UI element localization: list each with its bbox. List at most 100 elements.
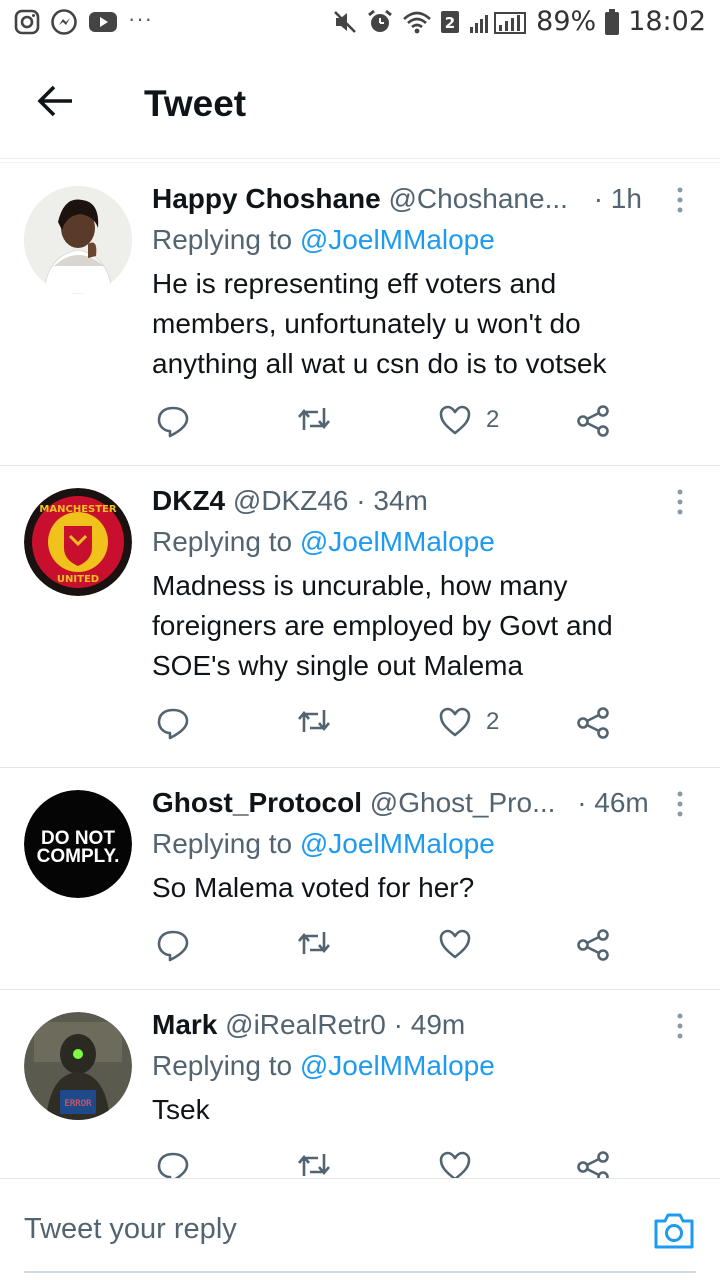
alarm-icon <box>368 9 393 32</box>
timestamp: · 1h <box>593 183 642 214</box>
display-name[interactable]: Happy Choshane <box>152 183 381 214</box>
replying-to: Replying to @JoelMMalope <box>152 224 495 256</box>
timestamp: · 49m <box>393 1009 466 1040</box>
replying-to: Replying to @JoelMMalope <box>152 1050 495 1082</box>
camera-icon <box>654 1213 694 1249</box>
timestamp: · 46m <box>577 787 649 818</box>
tweet-header: Happy Choshane @Choshane... · 1h <box>152 182 650 216</box>
replying-label: Replying to <box>152 1050 300 1081</box>
mute-icon <box>334 10 357 33</box>
share-button[interactable] <box>576 404 610 438</box>
reply-icon <box>157 708 189 740</box>
handle[interactable]: @Choshane... <box>388 183 567 214</box>
retweet-icon <box>298 1154 330 1176</box>
status-bar: ··· 2 89% 18:02 <box>0 0 720 50</box>
share-icon <box>577 707 609 739</box>
like-button[interactable]: 2 <box>438 706 499 738</box>
tweet-header: DKZ4 @DKZ46 · 34m <box>152 484 650 518</box>
tweet[interactable]: ERROR Mark @iRealRetr0 · 49m Replying to… <box>0 990 720 1184</box>
tweet-actions: 2 <box>152 706 652 746</box>
replying-label: Replying to <box>152 526 300 557</box>
more-options-button[interactable] <box>668 486 692 518</box>
share-button[interactable] <box>576 706 610 740</box>
more-options-button[interactable] <box>668 788 692 820</box>
share-button[interactable] <box>576 928 610 962</box>
retweet-button[interactable] <box>296 706 332 736</box>
mention-link[interactable]: @JoelMMalope <box>300 526 495 557</box>
like-button[interactable] <box>438 928 486 960</box>
handle[interactable]: @Ghost_Pro... <box>370 787 556 818</box>
display-name[interactable]: DKZ4 <box>152 485 225 516</box>
avatar[interactable]: ERROR <box>24 1012 132 1120</box>
retweet-button[interactable] <box>296 1150 332 1180</box>
vertical-dots-icon <box>677 791 683 817</box>
signal-icon <box>470 11 527 34</box>
reply-button[interactable] <box>156 404 190 438</box>
handle[interactable]: @DKZ46 <box>233 485 349 516</box>
header-divider <box>0 158 720 159</box>
handle[interactable]: @iRealRetr0 <box>225 1009 386 1040</box>
avatar-text-line2: COMPLY. <box>37 846 120 867</box>
tweet[interactable]: DO NOT COMPLY. Ghost_Protocol @Ghost_Pro… <box>0 768 720 990</box>
clock: 18:02 <box>628 6 706 37</box>
tweet[interactable]: Happy Choshane @Choshane... · 1h Replyin… <box>0 164 720 466</box>
reply-composer <box>0 1178 720 1281</box>
youtube-icon <box>89 12 117 32</box>
heart-icon <box>439 929 471 959</box>
replying-label: Replying to <box>152 828 300 859</box>
more-notifications-indicator: ··· <box>128 6 153 31</box>
reply-button[interactable] <box>156 928 190 962</box>
mention-link[interactable]: @JoelMMalope <box>300 828 495 859</box>
reply-button[interactable] <box>156 706 190 740</box>
composer-underline <box>24 1271 696 1273</box>
reply-icon <box>157 930 189 962</box>
avatar[interactable] <box>24 186 132 294</box>
replying-to: Replying to @JoelMMalope <box>152 526 495 558</box>
tweet-text: He is representing eff voters and member… <box>152 268 607 379</box>
avatar[interactable]: DO NOT COMPLY. <box>24 790 132 898</box>
mention-link[interactable]: @JoelMMalope <box>300 224 495 255</box>
camera-button[interactable] <box>652 1211 696 1251</box>
retweet-icon <box>298 710 330 732</box>
battery-percent: 89% <box>536 6 597 37</box>
timestamp: · 34m <box>356 485 428 516</box>
like-button[interactable]: 2 <box>438 404 499 436</box>
tweet-header: Mark @iRealRetr0 · 49m <box>152 1008 650 1042</box>
avatar-text-top: MANCHESTER <box>39 504 116 515</box>
back-button[interactable] <box>32 77 80 125</box>
tweet-text: Tsek <box>152 1094 210 1125</box>
vertical-dots-icon <box>677 1013 683 1039</box>
avatar-text-bottom: UNITED <box>57 574 99 585</box>
more-options-button[interactable] <box>668 184 692 216</box>
header-divider <box>0 162 720 163</box>
retweet-icon <box>298 408 330 430</box>
tweet-actions: 2 <box>152 404 652 444</box>
display-name[interactable]: Ghost_Protocol <box>152 787 362 818</box>
retweet-button[interactable] <box>296 404 332 434</box>
heart-icon <box>439 707 471 737</box>
reply-icon <box>157 406 189 438</box>
vertical-dots-icon <box>677 489 683 515</box>
replying-to: Replying to @JoelMMalope <box>152 828 495 860</box>
tweet-text: Madness is uncurable, how many foreigner… <box>152 570 613 681</box>
like-count: 2 <box>486 406 500 433</box>
app-header: Tweet <box>0 55 720 155</box>
retweet-icon <box>298 932 330 954</box>
battery-icon <box>605 8 620 35</box>
reply-input[interactable] <box>24 1207 624 1251</box>
svg-text:2: 2 <box>445 14 455 32</box>
tweet[interactable]: MANCHESTER UNITED DKZ4 @DKZ46 · 34m Repl… <box>0 466 720 768</box>
retweet-button[interactable] <box>296 928 332 958</box>
instagram-icon <box>14 9 40 35</box>
more-options-button[interactable] <box>668 1010 692 1042</box>
mention-link[interactable]: @JoelMMalope <box>300 1050 495 1081</box>
tweet-header: Ghost_Protocol @Ghost_Pro... · 46m <box>152 786 650 820</box>
heart-icon <box>439 405 471 435</box>
avatar-text: ERROR <box>64 1099 92 1109</box>
avatar[interactable]: MANCHESTER UNITED <box>24 488 132 596</box>
page-title: Tweet <box>144 83 247 124</box>
replying-label: Replying to <box>152 224 300 255</box>
vertical-dots-icon <box>677 187 683 213</box>
like-count: 2 <box>486 708 500 735</box>
display-name[interactable]: Mark <box>152 1009 217 1040</box>
